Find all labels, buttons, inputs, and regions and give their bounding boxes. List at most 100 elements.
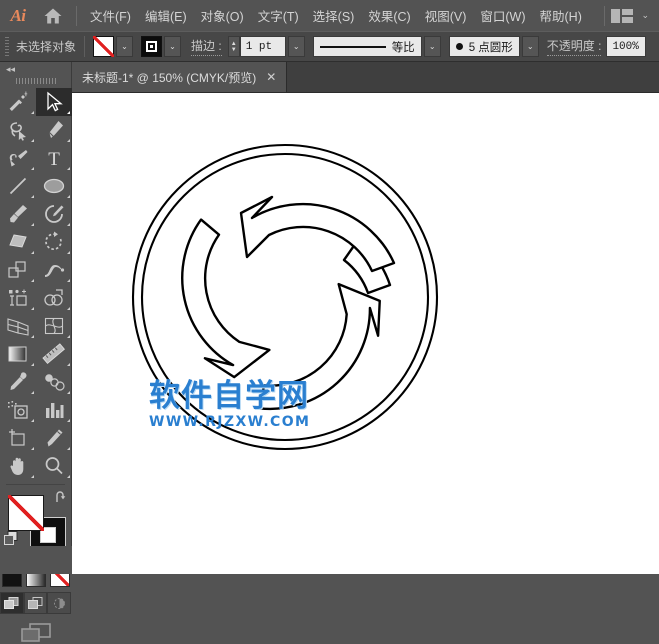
stroke-dropdown-chevron-down-icon[interactable]: ⌄ xyxy=(164,36,181,57)
tools-grid: T xyxy=(0,88,71,480)
brush-preview-icon xyxy=(456,43,463,50)
rotate-tool[interactable] xyxy=(36,228,72,256)
home-icon[interactable] xyxy=(36,7,70,25)
opacity-label[interactable]: 不透明度 : xyxy=(547,37,602,56)
menu-view[interactable]: 视图(V) xyxy=(418,2,474,29)
line-segment-tool[interactable] xyxy=(0,172,36,200)
tool-expand-corner xyxy=(31,139,34,142)
tools-panel-collapse-icon[interactable]: ◂◂ xyxy=(0,62,71,77)
tool-expand-corner xyxy=(31,195,34,198)
tool-expand-corner xyxy=(67,307,70,310)
draw-behind-mode[interactable] xyxy=(24,592,48,614)
brush-definition-select[interactable]: 5 点圆形 xyxy=(449,36,520,57)
stroke-weight-chevron-down-icon[interactable]: ⌄ xyxy=(288,36,305,57)
mesh-tool[interactable] xyxy=(36,312,72,340)
tool-expand-corner xyxy=(31,167,34,170)
document-tab-strip: 未标题-1* @ 150% (CMYK/预览) ✕ xyxy=(72,62,659,93)
stroke-profile-select[interactable]: 等比 xyxy=(313,36,422,57)
symbol-sprayer-tool[interactable] xyxy=(0,396,36,424)
perspective-grid-tool[interactable] xyxy=(0,312,36,340)
tool-expand-corner xyxy=(67,447,70,450)
fill-color-indicator[interactable] xyxy=(8,495,44,531)
slice-tool[interactable] xyxy=(36,424,72,452)
tool-expand-corner xyxy=(31,223,34,226)
menu-window[interactable]: 窗口(W) xyxy=(473,2,532,29)
paintbrush-tool[interactable] xyxy=(0,200,36,228)
gradient-tool[interactable] xyxy=(0,340,36,368)
swap-fill-stroke-icon[interactable] xyxy=(54,491,68,505)
scale-tool[interactable] xyxy=(0,256,36,284)
tool-expand-corner xyxy=(31,251,34,254)
eyedropper-tool[interactable] xyxy=(0,368,36,396)
hand-tool[interactable] xyxy=(0,452,36,480)
close-icon[interactable]: ✕ xyxy=(266,71,276,83)
curvature-tool[interactable] xyxy=(0,144,36,172)
width-tool[interactable] xyxy=(36,256,72,284)
menu-help[interactable]: 帮助(H) xyxy=(533,2,589,29)
tool-expand-corner xyxy=(31,419,34,422)
menu-edit[interactable]: 编辑(E) xyxy=(138,2,194,29)
stroke-profile-label: 等比 xyxy=(392,39,415,55)
free-transform-tool[interactable] xyxy=(0,284,36,312)
tool-expand-corner xyxy=(67,279,70,282)
draw-normal-mode[interactable] xyxy=(0,592,24,614)
tools-divider xyxy=(6,484,65,485)
tool-expand-corner xyxy=(67,167,70,170)
brush-chevron-down-icon[interactable]: ⌄ xyxy=(522,36,539,57)
stroke-weight-stepper[interactable]: ▲ ▼ xyxy=(228,36,240,57)
workspace-layout-icon xyxy=(611,9,633,23)
tool-expand-corner xyxy=(31,447,34,450)
opacity-input[interactable]: 100% xyxy=(606,36,646,57)
tool-expand-corner xyxy=(67,223,70,226)
ellipse-tool[interactable] xyxy=(36,172,72,200)
stroke-weight-input[interactable]: 1 pt xyxy=(240,36,286,57)
tool-expand-corner xyxy=(31,279,34,282)
menu-select[interactable]: 选择(S) xyxy=(306,2,362,29)
stepper-down-icon[interactable]: ▼ xyxy=(231,47,237,53)
menu-object[interactable]: 对象(O) xyxy=(194,2,251,29)
workspace-switcher[interactable]: ⌄ xyxy=(598,6,659,26)
tools-panel-grip[interactable] xyxy=(16,78,56,84)
control-bar: 未选择对象 ⌄ ⌄ 描边 : ▲ ▼ 1 pt ⌄ 等比 ⌄ 5 点圆形 ⌄ 不… xyxy=(0,31,659,62)
drawing-mode-buttons xyxy=(0,592,71,614)
lasso-tool[interactable] xyxy=(0,116,36,144)
tool-expand-corner xyxy=(67,251,70,254)
tool-expand-corner xyxy=(31,111,34,114)
shaper-tool[interactable] xyxy=(36,200,72,228)
zoom-tool[interactable] xyxy=(36,452,72,480)
menu-type[interactable]: 文字(T) xyxy=(251,2,306,29)
blend-tool[interactable] xyxy=(36,368,72,396)
draw-inside-mode[interactable] xyxy=(47,592,71,614)
stroke-weight-label[interactable]: 描边 : xyxy=(191,37,222,56)
document-tab[interactable]: 未标题-1* @ 150% (CMYK/预览) ✕ xyxy=(72,62,287,92)
stroke-profile-preview-icon xyxy=(320,46,386,48)
fill-dropdown-chevron-down-icon[interactable]: ⌄ xyxy=(116,36,133,57)
control-bar-grip[interactable] xyxy=(5,37,9,56)
shape-builder-tool[interactable] xyxy=(36,284,72,312)
eraser-tool[interactable] xyxy=(0,228,36,256)
menu-file[interactable]: 文件(F) xyxy=(83,2,138,29)
artwork-three-arrow-recycle-circle[interactable] xyxy=(72,93,659,574)
tool-expand-corner xyxy=(31,335,34,338)
tool-expand-corner xyxy=(67,391,70,394)
selection-tool[interactable] xyxy=(36,88,72,116)
app-logo: Ai xyxy=(0,6,36,26)
stroke-color-swatch[interactable] xyxy=(141,36,162,57)
svg-text:T: T xyxy=(48,149,60,169)
column-graph-tool[interactable] xyxy=(36,396,72,424)
type-tool[interactable]: T xyxy=(36,144,72,172)
chevron-down-icon[interactable]: ⌄ xyxy=(641,10,649,21)
pen-tool[interactable] xyxy=(36,116,72,144)
tool-expand-corner xyxy=(67,419,70,422)
menu-effect[interactable]: 效果(C) xyxy=(361,2,417,29)
control-divider-1 xyxy=(84,36,85,57)
magic-wand-tool[interactable] xyxy=(0,88,36,116)
menu-divider xyxy=(76,6,77,26)
change-screen-mode-icon[interactable] xyxy=(0,622,71,644)
fill-color-swatch[interactable] xyxy=(93,36,114,57)
measure-tool[interactable] xyxy=(36,340,72,368)
tool-expand-corner xyxy=(67,111,70,114)
artboard-tool[interactable] xyxy=(0,424,36,452)
canvas-area[interactable]: 软件自学网 WWW.RJZXW.COM xyxy=(72,93,659,574)
stroke-profile-chevron-down-icon[interactable]: ⌄ xyxy=(424,36,441,57)
